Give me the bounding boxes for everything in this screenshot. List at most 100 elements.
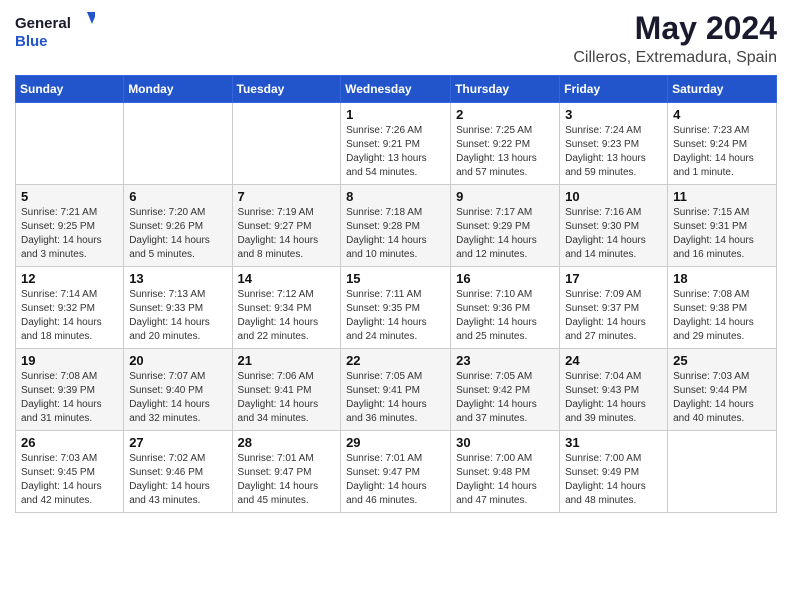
cell-info: Sunrise: 7:25 AM Sunset: 9:22 PM Dayligh… (456, 124, 554, 180)
cell-date: 13 (129, 271, 226, 286)
cell-info: Sunrise: 7:07 AM Sunset: 9:40 PM Dayligh… (129, 370, 226, 426)
cell-date: 27 (129, 435, 226, 450)
cell-date: 20 (129, 353, 226, 368)
calendar-cell: 22 Sunrise: 7:05 AM Sunset: 9:41 PM Dayli… (341, 349, 451, 431)
cell-date: 25 (673, 353, 771, 368)
calendar-week-4: 19Sunrise: 7:08 AM Sunset: 9:39 PM Dayli… (16, 349, 777, 431)
calendar-cell: 17 Sunrise: 7:09 AM Sunset: 9:37 PM Dayli… (560, 267, 668, 349)
calendar-body: 1 Sunrise: 7:26 AM Sunset: 9:21 PM Daylig… (16, 103, 777, 513)
calendar-cell: 12 Sunrise: 7:14 AM Sunset: 9:32 PM Dayli… (16, 267, 124, 349)
calendar-cell: 30Sunrise: 7:00 AM Sunset: 9:48 PM Dayli… (451, 431, 560, 513)
logo: General Blue (15, 10, 95, 54)
calendar-header-row: SundayMondayTuesdayWednesdayThursdayFrid… (16, 76, 777, 103)
calendar-cell: 9 Sunrise: 7:17 AM Sunset: 9:29 PM Daylig… (451, 185, 560, 267)
cell-info: Sunrise: 7:14 AM Sunset: 9:32 PM Dayligh… (21, 288, 118, 344)
cell-info: Sunrise: 7:15 AM Sunset: 9:31 PM Dayligh… (673, 206, 771, 262)
calendar-cell (16, 103, 124, 185)
calendar-cell: 10 Sunrise: 7:16 AM Sunset: 9:30 PM Dayli… (560, 185, 668, 267)
day-header-monday: Monday (124, 76, 232, 103)
cell-info: Sunrise: 7:05 AM Sunset: 9:41 PM Dayligh… (346, 370, 445, 426)
cell-date: 10 (565, 189, 662, 204)
calendar-week-2: 5Sunrise: 7:21 AM Sunset: 9:25 PM Daylig… (16, 185, 777, 267)
cell-info: Sunrise: 7:01 AM Sunset: 9:47 PM Dayligh… (238, 452, 336, 508)
logo-svg: General Blue (15, 10, 95, 54)
calendar-cell: 25Sunrise: 7:03 AM Sunset: 9:44 PM Dayli… (668, 349, 777, 431)
cell-info: Sunrise: 7:12 AM Sunset: 9:34 PM Dayligh… (238, 288, 336, 344)
cell-info: Sunrise: 7:08 AM Sunset: 9:39 PM Dayligh… (21, 370, 118, 426)
calendar-cell: 16 Sunrise: 7:10 AM Sunset: 9:36 PM Dayli… (451, 267, 560, 349)
cell-date: 21 (238, 353, 336, 368)
calendar-cell: 4Sunrise: 7:23 AM Sunset: 9:24 PM Daylig… (668, 103, 777, 185)
cell-info: Sunrise: 7:20 AM Sunset: 9:26 PM Dayligh… (129, 206, 226, 262)
cell-info: Sunrise: 7:00 AM Sunset: 9:49 PM Dayligh… (565, 452, 662, 508)
calendar-cell: 19Sunrise: 7:08 AM Sunset: 9:39 PM Dayli… (16, 349, 124, 431)
cell-info: Sunrise: 7:10 AM Sunset: 9:36 PM Dayligh… (456, 288, 554, 344)
cell-info: Sunrise: 7:09 AM Sunset: 9:37 PM Dayligh… (565, 288, 662, 344)
cell-info: Sunrise: 7:13 AM Sunset: 9:33 PM Dayligh… (129, 288, 226, 344)
calendar-cell (124, 103, 232, 185)
cell-date: 23 (456, 353, 554, 368)
main-title: May 2024 (573, 10, 777, 47)
cell-date: 16 (456, 271, 554, 286)
calendar-cell: 2 Sunrise: 7:25 AM Sunset: 9:22 PM Daylig… (451, 103, 560, 185)
cell-date: 11 (673, 189, 771, 204)
page: General Blue May 2024 Cilleros, Extremad… (0, 0, 792, 612)
cell-date: 1 (346, 107, 445, 122)
svg-text:General: General (15, 15, 71, 32)
calendar-cell: 15Sunrise: 7:11 AM Sunset: 9:35 PM Dayli… (341, 267, 451, 349)
calendar-cell: 3 Sunrise: 7:24 AM Sunset: 9:23 PM Daylig… (560, 103, 668, 185)
day-header-wednesday: Wednesday (341, 76, 451, 103)
cell-date: 22 (346, 353, 445, 368)
cell-date: 5 (21, 189, 118, 204)
cell-date: 18 (673, 271, 771, 286)
cell-date: 12 (21, 271, 118, 286)
svg-text:Blue: Blue (15, 33, 48, 50)
cell-date: 8 (346, 189, 445, 204)
cell-info: Sunrise: 7:08 AM Sunset: 9:38 PM Dayligh… (673, 288, 771, 344)
calendar-cell: 27 Sunrise: 7:02 AM Sunset: 9:46 PM Dayli… (124, 431, 232, 513)
cell-info: Sunrise: 7:26 AM Sunset: 9:21 PM Dayligh… (346, 124, 445, 180)
calendar-cell: 7Sunrise: 7:19 AM Sunset: 9:27 PM Daylig… (232, 185, 341, 267)
cell-info: Sunrise: 7:18 AM Sunset: 9:28 PM Dayligh… (346, 206, 445, 262)
calendar-cell: 1 Sunrise: 7:26 AM Sunset: 9:21 PM Daylig… (341, 103, 451, 185)
cell-date: 28 (238, 435, 336, 450)
cell-info: Sunrise: 7:04 AM Sunset: 9:43 PM Dayligh… (565, 370, 662, 426)
cell-info: Sunrise: 7:06 AM Sunset: 9:41 PM Dayligh… (238, 370, 336, 426)
calendar-cell: 23 Sunrise: 7:05 AM Sunset: 9:42 PM Dayli… (451, 349, 560, 431)
calendar-cell (232, 103, 341, 185)
cell-info: Sunrise: 7:03 AM Sunset: 9:45 PM Dayligh… (21, 452, 118, 508)
day-header-tuesday: Tuesday (232, 76, 341, 103)
subtitle: Cilleros, Extremadura, Spain (573, 49, 777, 67)
calendar-cell: 29Sunrise: 7:01 AM Sunset: 9:47 PM Dayli… (341, 431, 451, 513)
day-header-saturday: Saturday (668, 76, 777, 103)
day-header-friday: Friday (560, 76, 668, 103)
cell-info: Sunrise: 7:05 AM Sunset: 9:42 PM Dayligh… (456, 370, 554, 426)
header: General Blue May 2024 Cilleros, Extremad… (15, 10, 777, 67)
day-header-sunday: Sunday (16, 76, 124, 103)
cell-info: Sunrise: 7:19 AM Sunset: 9:27 PM Dayligh… (238, 206, 336, 262)
cell-info: Sunrise: 7:24 AM Sunset: 9:23 PM Dayligh… (565, 124, 662, 180)
calendar-cell: 8 Sunrise: 7:18 AM Sunset: 9:28 PM Daylig… (341, 185, 451, 267)
cell-info: Sunrise: 7:16 AM Sunset: 9:30 PM Dayligh… (565, 206, 662, 262)
cell-date: 3 (565, 107, 662, 122)
calendar-week-3: 12 Sunrise: 7:14 AM Sunset: 9:32 PM Dayli… (16, 267, 777, 349)
cell-date: 9 (456, 189, 554, 204)
cell-date: 4 (673, 107, 771, 122)
cell-info: Sunrise: 7:11 AM Sunset: 9:35 PM Dayligh… (346, 288, 445, 344)
cell-info: Sunrise: 7:00 AM Sunset: 9:48 PM Dayligh… (456, 452, 554, 508)
calendar-cell: 13 Sunrise: 7:13 AM Sunset: 9:33 PM Dayli… (124, 267, 232, 349)
title-section: May 2024 Cilleros, Extremadura, Spain (573, 10, 777, 67)
cell-date: 26 (21, 435, 118, 450)
cell-date: 17 (565, 271, 662, 286)
calendar-cell: 14Sunrise: 7:12 AM Sunset: 9:34 PM Dayli… (232, 267, 341, 349)
calendar-week-1: 1 Sunrise: 7:26 AM Sunset: 9:21 PM Daylig… (16, 103, 777, 185)
cell-info: Sunrise: 7:02 AM Sunset: 9:46 PM Dayligh… (129, 452, 226, 508)
calendar-cell: 11 Sunrise: 7:15 AM Sunset: 9:31 PM Dayli… (668, 185, 777, 267)
calendar-cell: 21 Sunrise: 7:06 AM Sunset: 9:41 PM Dayli… (232, 349, 341, 431)
cell-date: 2 (456, 107, 554, 122)
cell-info: Sunrise: 7:17 AM Sunset: 9:29 PM Dayligh… (456, 206, 554, 262)
calendar-cell: 20 Sunrise: 7:07 AM Sunset: 9:40 PM Dayli… (124, 349, 232, 431)
calendar: SundayMondayTuesdayWednesdayThursdayFrid… (15, 75, 777, 513)
calendar-cell: 18 Sunrise: 7:08 AM Sunset: 9:38 PM Dayli… (668, 267, 777, 349)
calendar-cell: 28 Sunrise: 7:01 AM Sunset: 9:47 PM Dayli… (232, 431, 341, 513)
